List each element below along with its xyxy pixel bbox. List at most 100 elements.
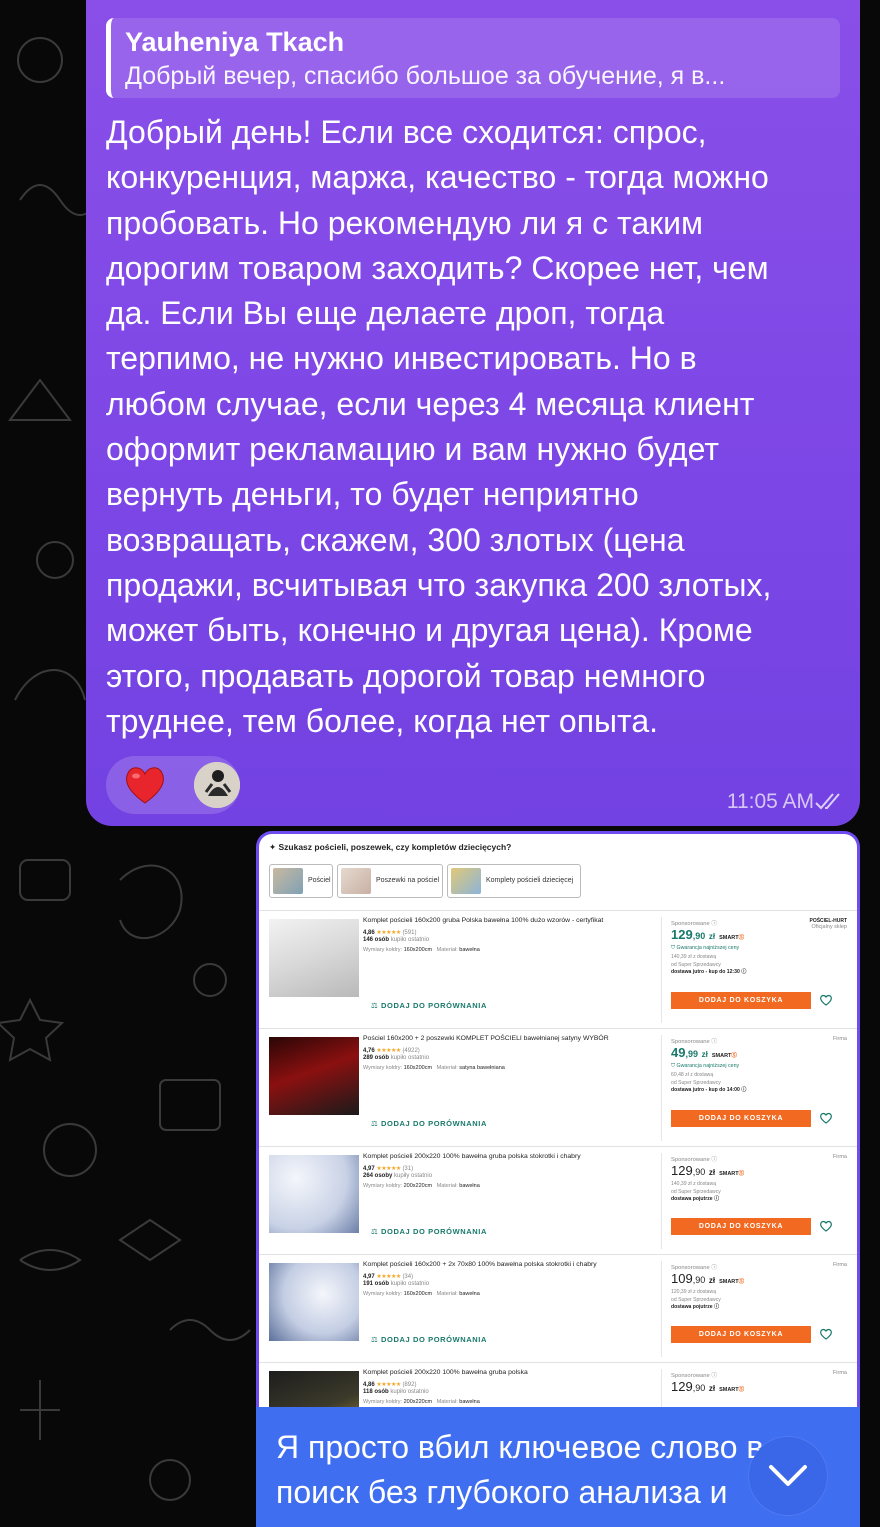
incoming-message-bubble[interactable]: Yauheniya Tkach Добрый вечер, спасибо бо…	[86, 0, 860, 826]
heart-favorite-icon[interactable]	[819, 1327, 833, 1341]
sponsored-label: Sponsorowane ⓘ	[671, 1373, 718, 1379]
message-line: любом случае, если через 4 месяца клиент	[106, 385, 755, 422]
add-to-cart-button[interactable]: DODAJ DO KOSZYKA	[671, 1218, 811, 1235]
listing-row[interactable]: Pościel 160x200 + 2 poszewki KOMPLET POŚ…	[259, 1028, 857, 1146]
delivery-info: 60,48 zł z dostawą od Super Sprzedawcy dos…	[671, 1072, 747, 1094]
product-params: Wymiary kołdry: 160x200cm Materiał: bawe…	[363, 1291, 480, 1297]
message-line: труднее, тем более, когда нет опыта.	[106, 702, 659, 739]
product-title[interactable]: Komplet pościeli 200x220 100% bawełna gr…	[363, 1153, 581, 1160]
message-line: оформит рекламацию и вам нужно будет	[106, 431, 719, 468]
read-checkmarks-icon	[815, 793, 840, 810]
avatar-figure-icon	[194, 762, 240, 808]
compare-icon: ⚖	[371, 1335, 382, 1344]
product-params: Wymiary kołdry: 200x220cm Materiał: bawe…	[363, 1183, 480, 1189]
product-image[interactable]	[269, 919, 359, 997]
category-chip[interactable]: Pościel	[269, 864, 333, 898]
product-image[interactable]	[269, 1263, 359, 1341]
message-text: Добрый день! Если все сходится: спрос, к…	[106, 110, 846, 744]
smart-badge: SMARTⓈ	[719, 935, 745, 941]
smart-badge: SMARTⓈ	[711, 1053, 737, 1059]
message-line: может быть, конечно и другая цена). Кром…	[106, 612, 753, 649]
bought-count: 289 osób kupiło ostatnio	[363, 1055, 430, 1061]
message-line: пробовать. Но рекомендую ли я с таким	[106, 204, 703, 241]
chip-thumbnail	[273, 868, 303, 894]
listing-row[interactable]: Komplet pościeli 200x220 100% bawełna gr…	[259, 1146, 857, 1254]
product-title[interactable]: Komplet pościeli 160x200 + 2x 70x80 100%…	[363, 1261, 597, 1268]
product-rating: 4,97 ★★★★★ (31)	[363, 1166, 414, 1172]
heart-favorite-icon[interactable]	[819, 993, 833, 1007]
compare-icon: ⚖	[371, 1119, 382, 1128]
add-to-cart-button[interactable]: DODAJ DO KOSZYKA	[671, 1326, 811, 1343]
delivery-info: 120,39 zł z dostawą od Super Sprzedawcy do…	[671, 1289, 721, 1311]
message-line: конкуренция, маржа, качество - тогда мож…	[106, 159, 769, 196]
price-guarantee: ⛉ Gwarancja najniższej ceny	[671, 1063, 740, 1069]
chip-thumbnail	[341, 868, 371, 894]
product-price: 49,99 zł SMARTⓈ	[671, 1045, 737, 1060]
product-title[interactable]: Komplet pościeli 160x200 gruba Polska ba…	[363, 917, 603, 924]
rating-stars-icon: ★★★★★	[376, 1382, 401, 1388]
product-price: 129,90 zł SMARTⓈ	[671, 927, 745, 942]
smart-badge: SMARTⓈ	[719, 1279, 745, 1285]
delivery-info: 140,39 zł z dostawą od Super Sprzedawcy do…	[671, 954, 747, 976]
bought-count: 264 osoby kupiły ostatnio	[363, 1173, 433, 1179]
delivery-info: 140,39 zł z dostawą od Super Sprzedawcy do…	[671, 1181, 721, 1203]
message-line: дорогим товаром заходить? Скорее нет, че…	[106, 249, 769, 286]
product-title[interactable]: Komplet pościeli 200x220 100% bawełna gr…	[363, 1369, 528, 1376]
product-rating: 4,86 ★★★★★ (892)	[363, 1382, 417, 1388]
product-image[interactable]	[269, 1037, 359, 1115]
reply-preview: Добрый вечер, спасибо большое за обучени…	[125, 62, 726, 90]
message-line: терпимо, не нужно инвестировать. Но в	[106, 340, 697, 377]
chevron-down-icon	[769, 1465, 807, 1486]
column-divider	[661, 1153, 662, 1249]
compare-icon: ⚖	[371, 1001, 382, 1010]
product-rating: 4,86 ★★★★★ (591)	[363, 930, 417, 936]
bought-count: 118 osób kupiło ostatnio	[363, 1389, 429, 1395]
product-price: 109,90 zł SMARTⓈ	[671, 1271, 745, 1286]
add-to-compare-button[interactable]: ⚖ DODAJ DO PORÓWNANIA	[371, 1227, 487, 1236]
compare-icon: ⚖	[371, 1227, 382, 1236]
screenshot-header: ✦ Szukasz pościeli, poszewek, czy komple…	[269, 842, 512, 852]
rating-stars-icon: ★★★★★	[376, 1274, 401, 1280]
product-rating: 4,76 ★★★★★ (4922)	[363, 1048, 420, 1054]
add-to-cart-button[interactable]: DODAJ DO KOSZYKA	[671, 1110, 811, 1127]
listing-row[interactable]: Komplet pościeli 160x200 + 2x 70x80 100%…	[259, 1254, 857, 1362]
message-line: возвращать, скажем, 300 злотых (цена	[106, 521, 685, 558]
smart-badge: SMARTⓈ	[719, 1171, 745, 1177]
scroll-to-bottom-button[interactable]	[749, 1437, 827, 1515]
category-chip[interactable]: Poszewki na pościel	[337, 864, 443, 898]
sponsored-label: Sponsorowane ⓘ	[671, 1157, 718, 1163]
add-to-compare-button[interactable]: ⚖ DODAJ DO PORÓWNANIA	[371, 1119, 487, 1128]
reply-quote[interactable]: Yauheniya Tkach Добрый вечер, спасибо бо…	[106, 18, 840, 98]
column-divider	[661, 917, 662, 1023]
message-line: продажи, всчитывая что закупка 200 злоты…	[106, 566, 772, 603]
seller-info: POŚCIEL-HURT Oficjalny sklep	[809, 918, 848, 930]
sponsored-label: Sponsorowane ⓘ	[671, 921, 718, 927]
sponsored-label: Sponsorowane ⓘ	[671, 1039, 718, 1045]
smart-badge: SMARTⓈ	[719, 1387, 745, 1393]
seller-info: Firma	[832, 1262, 847, 1268]
add-to-cart-button[interactable]: DODAJ DO KOSZYKA	[671, 992, 811, 1009]
chip-label: Komplety pościeli dziecięcej	[486, 877, 574, 884]
category-chip[interactable]: Komplety pościeli dziecięcej	[447, 864, 581, 898]
rating-stars-icon: ★★★★★	[376, 1048, 401, 1054]
message-line: этого, продавать дорогой товар немного	[106, 657, 706, 694]
heart-favorite-icon[interactable]	[819, 1219, 833, 1233]
message-line: да. Если Вы еще делаете дроп, тогда	[106, 295, 665, 332]
listing-row[interactable]: Komplet pościeli 160x200 gruba Polska ba…	[259, 910, 857, 1028]
add-to-compare-button[interactable]: ⚖ DODAJ DO PORÓWNANIA	[371, 1001, 487, 1010]
product-params: Wymiary kołdry: 200x220cm Materiał: bawe…	[363, 1399, 480, 1405]
column-divider	[661, 1261, 662, 1357]
product-image[interactable]	[269, 1155, 359, 1233]
rating-stars-icon: ★★★★★	[376, 1166, 401, 1172]
product-params: Wymiary kołdry: 160x200cm Materiał: saty…	[363, 1065, 505, 1071]
product-price: 129,90 zł SMARTⓈ	[671, 1379, 745, 1394]
reaction-pill[interactable]	[106, 756, 240, 814]
reactor-avatar[interactable]	[194, 762, 240, 808]
message-line: вернуть деньги, то будет неприятно	[106, 476, 639, 513]
sponsored-label: Sponsorowane ⓘ	[671, 1265, 718, 1271]
chip-thumbnail	[451, 868, 481, 894]
product-title[interactable]: Pościel 160x200 + 2 poszewki KOMPLET POŚ…	[363, 1035, 609, 1042]
add-to-compare-button[interactable]: ⚖ DODAJ DO PORÓWNANIA	[371, 1335, 487, 1344]
heart-favorite-icon[interactable]	[819, 1111, 833, 1125]
seller-info: Firma	[832, 1036, 847, 1042]
